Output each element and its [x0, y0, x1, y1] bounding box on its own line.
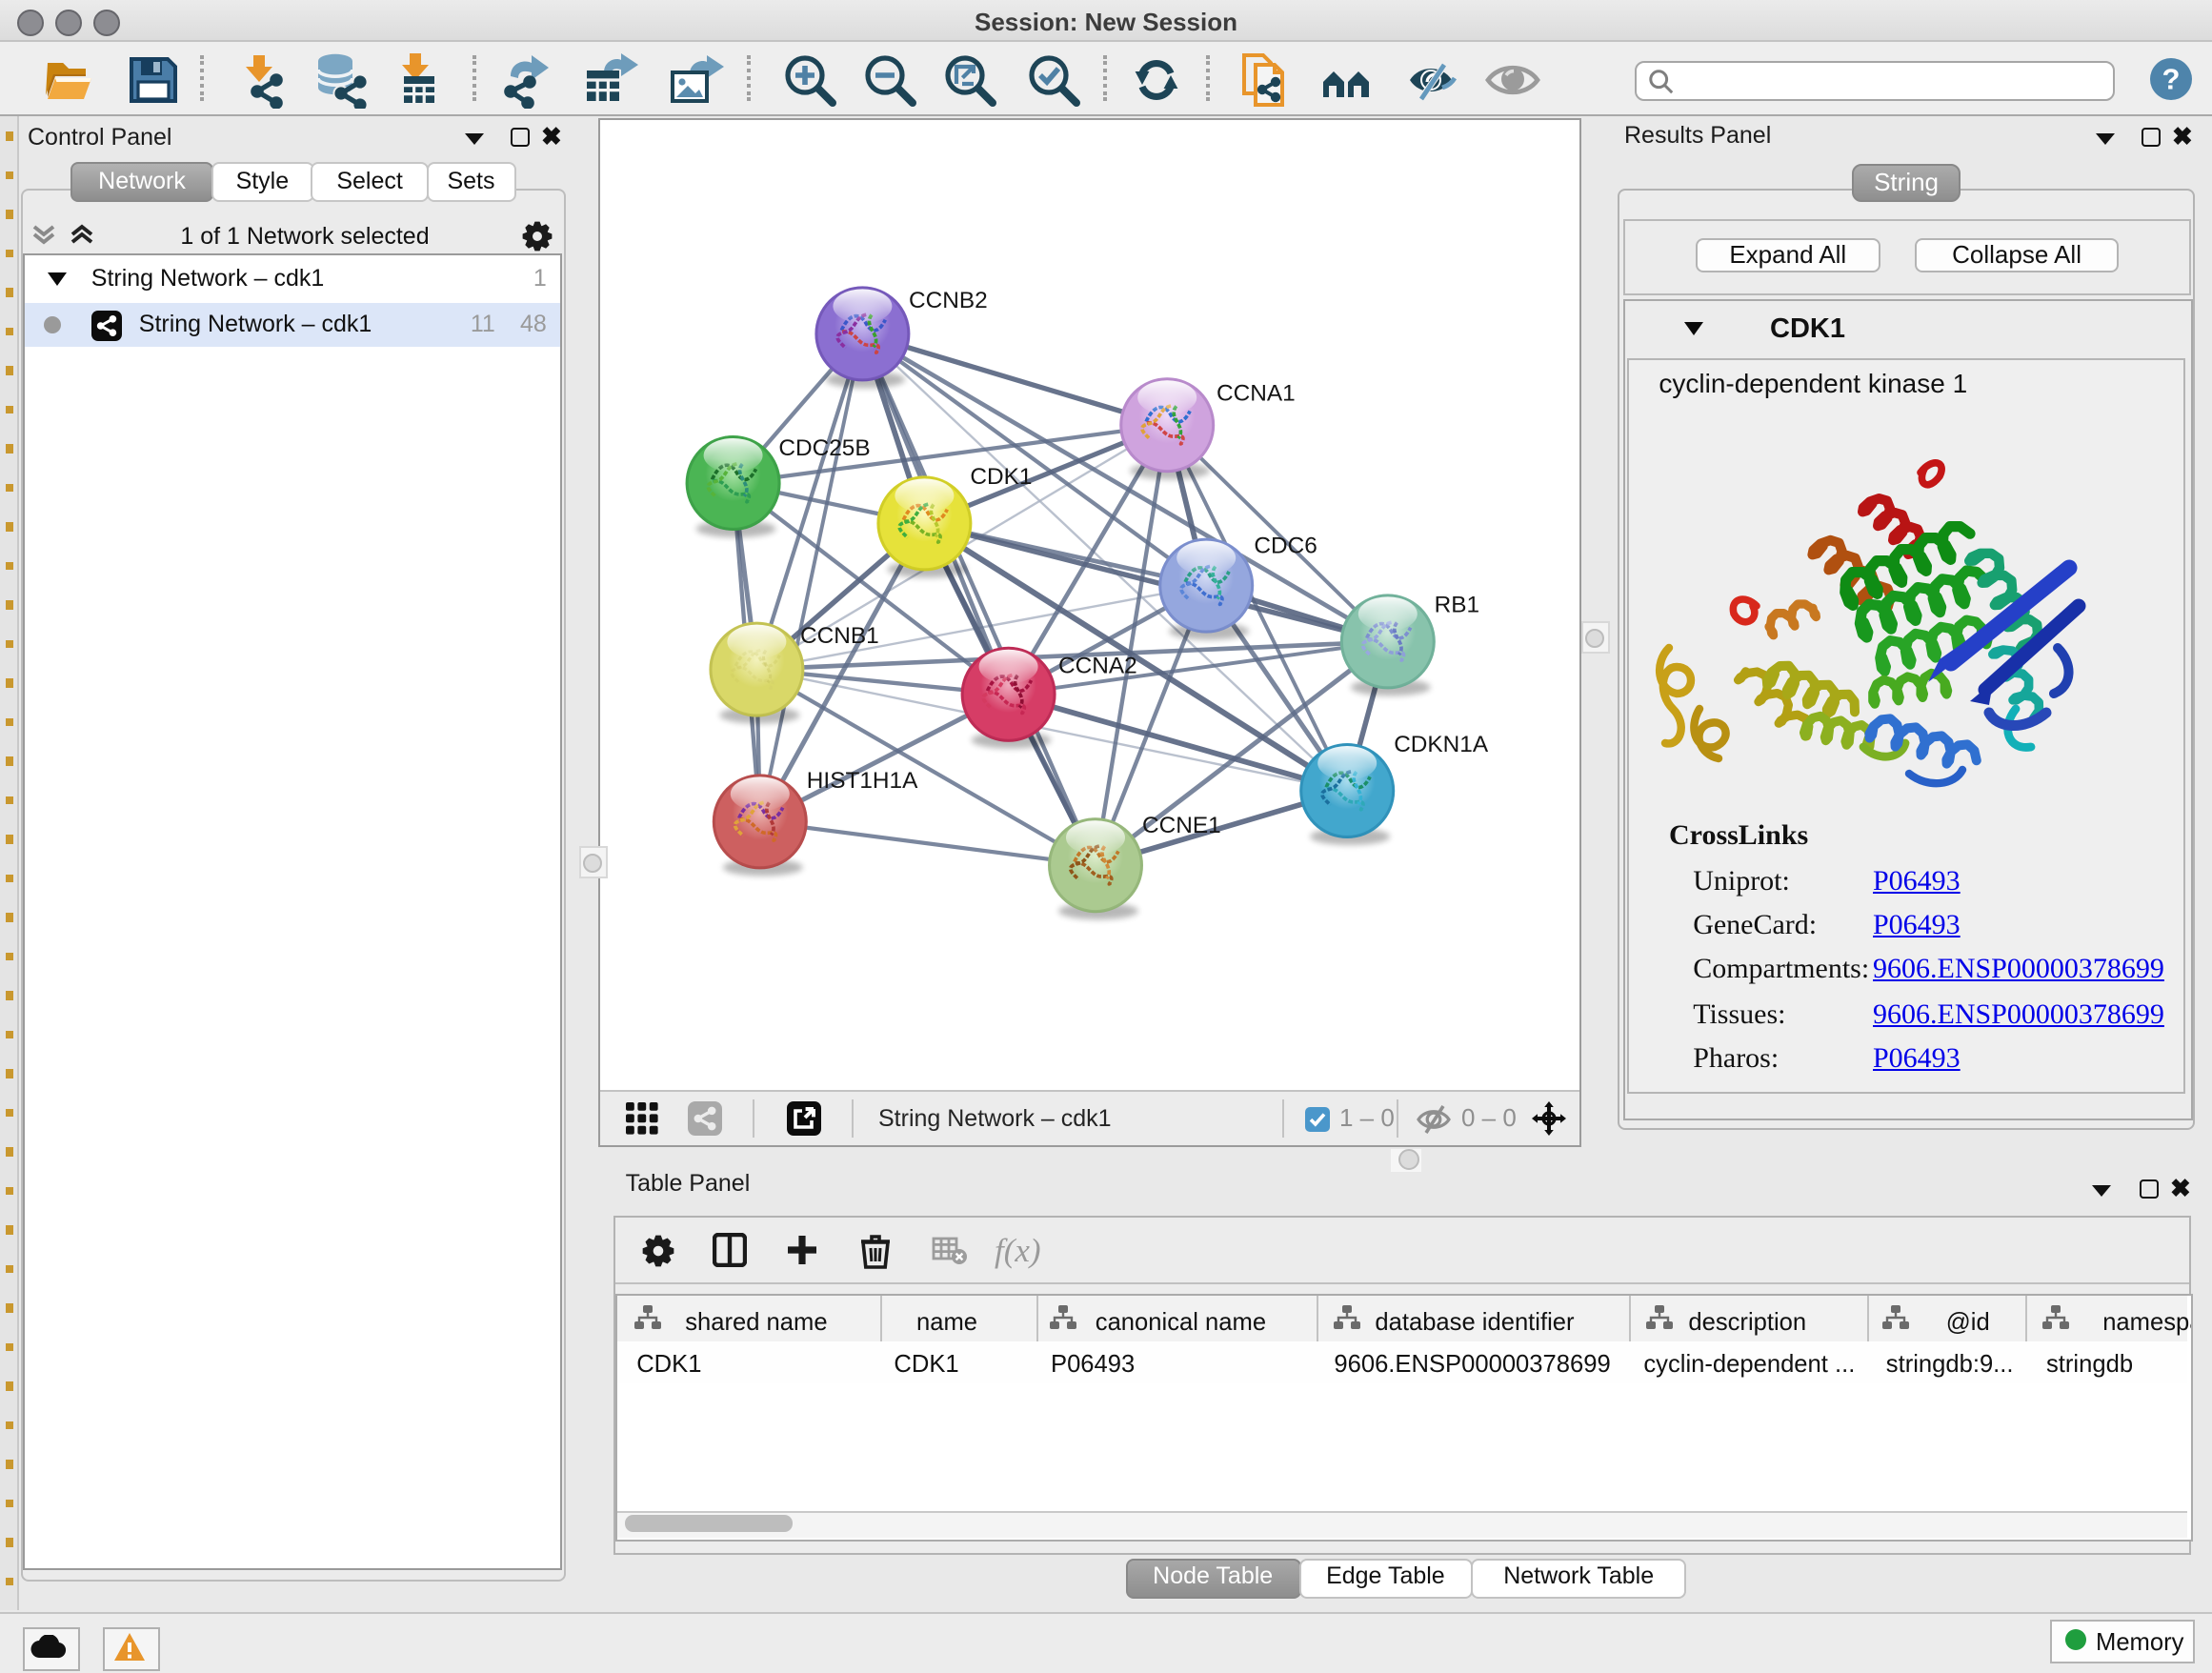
svg-text:CCNB2: CCNB2 [909, 288, 988, 313]
svg-text:CCNE1: CCNE1 [1142, 813, 1221, 838]
svg-text:CDKN1A: CDKN1A [1394, 732, 1489, 757]
svg-text:CCNA2: CCNA2 [1058, 653, 1137, 678]
svg-text:CDK1: CDK1 [970, 464, 1032, 490]
svg-text:HIST1H1A: HIST1H1A [807, 768, 918, 794]
svg-text:CCNA1: CCNA1 [1217, 381, 1296, 407]
svg-text:CDC6: CDC6 [1254, 533, 1317, 558]
svg-text:RB1: RB1 [1435, 592, 1479, 617]
svg-text:CCNB1: CCNB1 [800, 623, 879, 649]
svg-text:?: ? [2162, 63, 2180, 96]
svg-text:CDC25B: CDC25B [778, 435, 870, 461]
